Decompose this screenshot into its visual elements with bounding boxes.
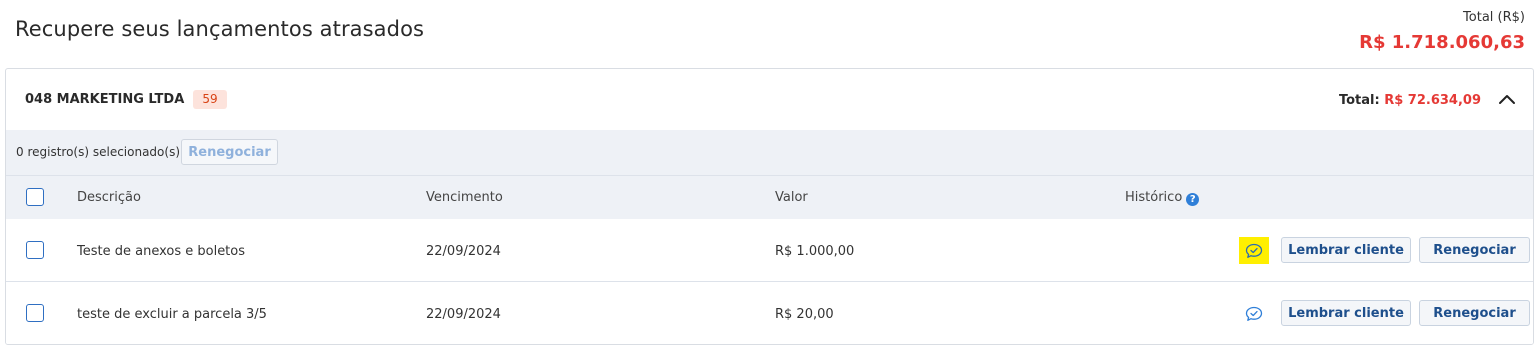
table-row: Teste de anexos e boletos 22/09/2024 R$ … [6, 219, 1533, 282]
overdue-group-card: 048 MARKETING LTDA 59 Total: R$ 72.634,0… [5, 68, 1534, 345]
row-description: Teste de anexos e boletos [77, 244, 246, 259]
grand-total-label: Total (R$) [1463, 10, 1525, 25]
row-value: R$ 1.000,00 [775, 244, 855, 259]
group-total-label: Total: [1338, 93, 1380, 108]
selection-count-text: 0 registro(s) selecionado(s) [16, 145, 181, 159]
row-checkbox[interactable] [26, 241, 44, 259]
remind-client-button[interactable]: Lembrar cliente [1281, 237, 1411, 263]
select-all-checkbox[interactable] [26, 188, 44, 206]
overdue-count-badge: 59 [193, 90, 227, 109]
chat-check-icon[interactable] [1239, 300, 1269, 327]
column-header-description: Descrição [77, 190, 141, 205]
row-due-date: 22/09/2024 [426, 307, 501, 322]
remind-client-button[interactable]: Lembrar cliente [1281, 300, 1411, 326]
column-header-due-date: Vencimento [426, 190, 503, 205]
help-icon[interactable]: ? [1186, 193, 1200, 206]
grand-total-value: R$ 1.718.060,63 [1359, 32, 1525, 53]
page-title: Recupere seus lançamentos atrasados [15, 17, 425, 41]
row-description: teste de excluir a parcela 3/5 [77, 307, 267, 322]
selection-bar: 0 registro(s) selecionado(s) Renegociar [6, 130, 1533, 175]
group-total-value: R$ 72.634,09 [1384, 93, 1481, 108]
row-checkbox[interactable] [26, 304, 44, 322]
group-total: Total: R$ 72.634,09 [1339, 93, 1481, 108]
group-header[interactable]: 048 MARKETING LTDA 59 Total: R$ 72.634,0… [6, 69, 1533, 130]
table-header: Descrição Vencimento Valor Histórico? [6, 175, 1533, 219]
column-header-history: Histórico? [1125, 190, 1200, 206]
renegotiate-button[interactable]: Renegociar [1419, 300, 1530, 326]
renegotiate-button[interactable]: Renegociar [1419, 237, 1530, 263]
row-due-date: 22/09/2024 [426, 244, 501, 259]
row-value: R$ 20,00 [775, 307, 834, 322]
table-row: teste de excluir a parcela 3/5 22/09/202… [6, 282, 1533, 344]
company-name: 048 MARKETING LTDA [25, 92, 185, 107]
column-header-value: Valor [775, 190, 808, 205]
bulk-renegotiate-button[interactable]: Renegociar [181, 139, 278, 165]
chat-check-icon[interactable] [1239, 237, 1269, 264]
history-header-label: Histórico [1125, 190, 1183, 205]
chevron-up-icon[interactable] [1495, 88, 1519, 112]
